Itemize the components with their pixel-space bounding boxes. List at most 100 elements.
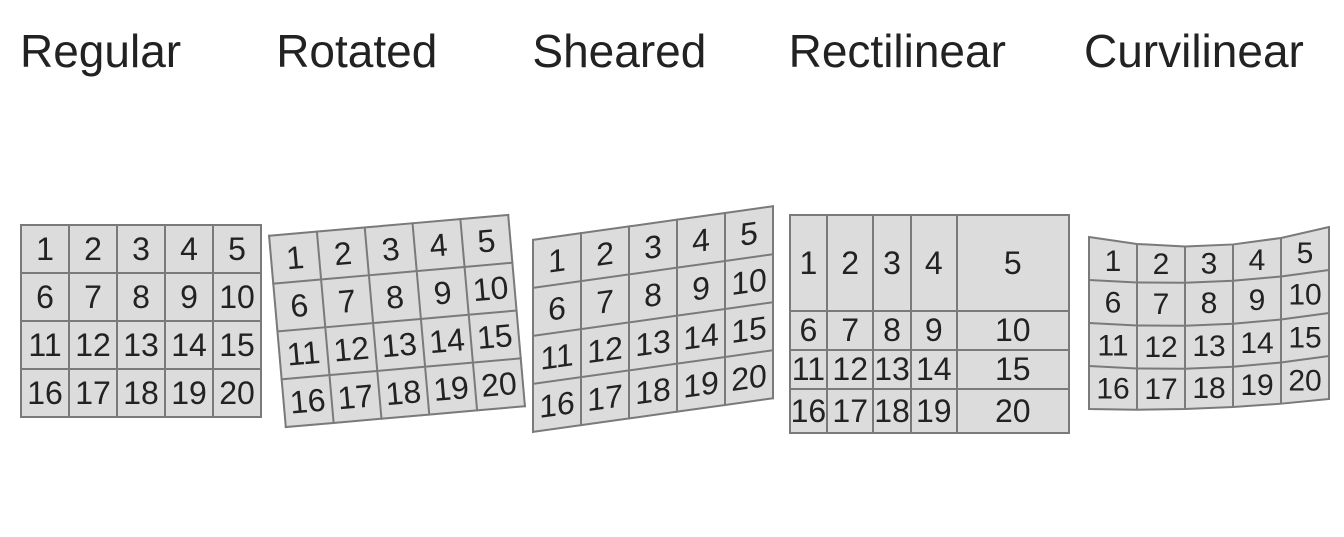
cell: 11	[790, 350, 828, 389]
cell: 12	[1144, 331, 1177, 364]
cell: 18	[377, 367, 429, 419]
cell: 1	[269, 232, 321, 284]
cell: 5	[957, 215, 1069, 311]
cell: 18	[1192, 372, 1225, 405]
cell: 6	[533, 281, 581, 336]
cell: 7	[321, 275, 373, 327]
title-regular: Regular	[20, 28, 181, 74]
cell: 17	[827, 389, 873, 433]
cell: 11	[278, 327, 330, 379]
cell: 3	[1201, 248, 1218, 281]
cell: 1	[1105, 245, 1122, 278]
cell: 4	[677, 213, 725, 268]
cell: 11	[1097, 330, 1128, 363]
cell: 4	[1249, 244, 1266, 277]
cell: 9	[1249, 284, 1266, 317]
cell: 14	[1240, 327, 1273, 360]
cell: 18	[873, 389, 911, 433]
cell: 3	[365, 223, 417, 275]
cell: 3	[629, 220, 677, 275]
cell: 10	[725, 254, 773, 309]
cell: 17	[1144, 373, 1177, 406]
cell: 15	[213, 321, 261, 369]
cell: 8	[873, 311, 911, 350]
cell: 10	[465, 263, 517, 315]
cell: 9	[417, 267, 469, 319]
cell: 1	[790, 215, 828, 311]
cell: 12	[581, 322, 629, 377]
cell: 16	[533, 377, 581, 432]
cell: 6	[1105, 287, 1122, 320]
cell: 19	[165, 369, 213, 417]
cell: 13	[1192, 330, 1225, 363]
grid-sheared: 1 2 3 4 5 6 7 8 9 10 11 12 13 14	[532, 205, 774, 433]
cell: 20	[725, 350, 773, 405]
cell: 20	[1288, 364, 1321, 397]
cell: 5	[1297, 237, 1314, 270]
cell: 16	[790, 389, 828, 433]
cell: 5	[213, 225, 261, 273]
cell: 9	[911, 311, 957, 350]
cell: 4	[165, 225, 213, 273]
cell: 11	[533, 329, 581, 384]
cell: 20	[473, 358, 525, 410]
cell: 10	[957, 311, 1069, 350]
cell: 14	[165, 321, 213, 369]
cell: 16	[21, 369, 69, 417]
cell: 19	[677, 357, 725, 412]
grid-regular: 1 2 3 4 5 6 7 8 9 10 11 12 13 14	[20, 224, 262, 418]
cell: 3	[117, 225, 165, 273]
cell: 19	[1240, 369, 1273, 402]
cell: 13	[373, 319, 425, 371]
cell: 8	[629, 268, 677, 323]
title-sheared: Sheared	[532, 28, 706, 74]
title-rotated: Rotated	[276, 28, 437, 74]
cell: 9	[677, 261, 725, 316]
cell: 17	[69, 369, 117, 417]
cell: 5	[725, 206, 773, 261]
cell: 17	[330, 371, 382, 423]
cell: 18	[117, 369, 165, 417]
cell: 9	[165, 273, 213, 321]
cell: 19	[425, 363, 477, 415]
cell: 7	[827, 311, 873, 350]
cell: 7	[581, 274, 629, 329]
cell: 10	[213, 273, 261, 321]
cell: 13	[629, 316, 677, 371]
cell: 2	[581, 226, 629, 281]
cell: 6	[21, 273, 69, 321]
cell: 8	[1201, 287, 1218, 320]
cell: 8	[369, 271, 421, 323]
cell: 15	[469, 311, 521, 363]
cell: 10	[1288, 279, 1321, 312]
cell: 2	[827, 215, 873, 311]
cell: 12	[325, 323, 377, 375]
cell: 4	[911, 215, 957, 311]
cell: 1	[21, 225, 69, 273]
cell: 12	[69, 321, 117, 369]
cell: 14	[911, 350, 957, 389]
cell: 17	[581, 370, 629, 425]
cell: 16	[1096, 372, 1129, 405]
cell: 13	[873, 350, 911, 389]
cell: 20	[957, 389, 1069, 433]
cell: 6	[790, 311, 828, 350]
cell: 18	[629, 364, 677, 419]
grid-rectilinear: 1 2 3 4 5 6 7 8 9 10 11 12 13 14	[789, 214, 1070, 434]
cell: 12	[827, 350, 873, 389]
title-rectilinear: Rectilinear	[789, 28, 1006, 74]
cell: 1	[533, 233, 581, 288]
cell: 2	[317, 227, 369, 279]
cell: 7	[1153, 288, 1170, 321]
grid-curvilinear: 1234567891011121314151617181920	[1084, 222, 1334, 422]
cell: 7	[69, 273, 117, 321]
cell: 8	[117, 273, 165, 321]
cell: 6	[273, 279, 325, 331]
cell: 2	[69, 225, 117, 273]
cell: 20	[213, 369, 261, 417]
cell: 2	[1153, 248, 1170, 281]
cell: 4	[413, 219, 465, 271]
title-curvilinear: Curvilinear	[1084, 28, 1304, 74]
cell: 13	[117, 321, 165, 369]
cell: 14	[677, 309, 725, 364]
